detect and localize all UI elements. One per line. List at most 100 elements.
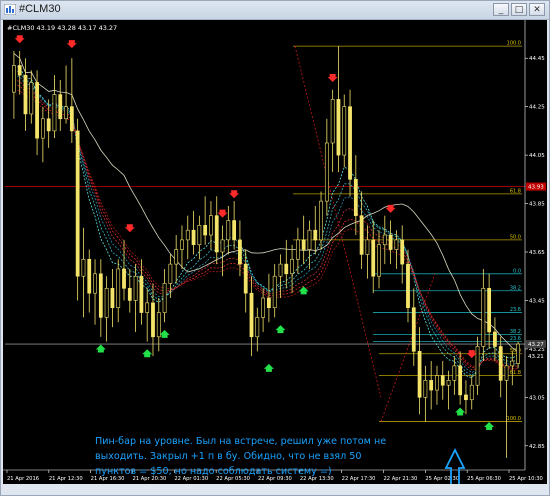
candle-body (220, 239, 225, 253)
fib-level-bottom-label: 0.0 (513, 268, 521, 274)
candle-body (429, 380, 434, 391)
candle-body (423, 380, 428, 398)
bottom-strip (3, 484, 547, 494)
candle-body (35, 82, 39, 139)
fib-level-top-label: 100.0 (507, 41, 521, 47)
time-tick-label: 25 Apr 10:30 (509, 476, 543, 482)
candle-body (319, 200, 323, 241)
candle-body (75, 130, 80, 277)
candle-body (52, 94, 57, 132)
chart-window-icon (4, 4, 16, 15)
candle-body (12, 65, 16, 93)
candle-body (17, 65, 22, 76)
candle-body (214, 215, 219, 253)
price-tick-label: 43.65 (529, 250, 545, 256)
maximize-button[interactable]: □ (511, 3, 527, 16)
candle-body (452, 365, 457, 381)
candle-body (191, 229, 196, 246)
chart-area[interactable]: #CLM30 43.19 43.28 43.17 43.27 100.0 61.8… (3, 20, 547, 484)
candle-body (156, 312, 161, 338)
candle-body (440, 375, 445, 386)
candle-body (29, 82, 34, 115)
time-tick-label: 25 Apr 06:30 (467, 476, 501, 482)
candle-body (232, 220, 237, 241)
candle-body (487, 288, 492, 333)
candle-body (464, 394, 468, 401)
candle-body (197, 225, 202, 246)
fib-level-bottom-label: 23.6 (510, 307, 521, 313)
candle-body (255, 317, 260, 338)
candle-body (81, 258, 86, 277)
chart-window: #CLM30 _ □ ✕ #CLM30 43.19 43.28 43.17 43… (0, 0, 550, 496)
candle-body (139, 275, 144, 313)
fib-level-bottom-label: 61.8 (510, 370, 521, 376)
candle-body (272, 275, 277, 309)
candle-body (278, 263, 283, 277)
candle-body (104, 288, 109, 318)
candle-body (185, 229, 190, 241)
candle-body (324, 142, 329, 202)
time-tick-label: 21 Apr 2016 (7, 476, 39, 482)
current-price-label: 43.21 (528, 354, 544, 360)
time-tick-label: 22 Apr 17:30 (342, 476, 376, 482)
candle-body (336, 99, 341, 156)
candle-body (510, 360, 515, 367)
close-button[interactable]: ✕ (529, 3, 545, 16)
candle-body (127, 288, 132, 301)
candle-body (330, 99, 335, 144)
candle-body (267, 297, 271, 309)
candle-body (40, 118, 45, 139)
candle-body (64, 106, 68, 120)
time-tick-label: 22 Apr 21:30 (384, 476, 418, 482)
candle-body (342, 106, 347, 156)
candle-body (87, 258, 92, 294)
fib-level-bottom-label: 23.6 (510, 336, 521, 342)
candle-body (382, 234, 387, 246)
candle-body (238, 239, 242, 265)
candle-body (151, 302, 155, 338)
candle-body (249, 292, 254, 338)
candle-body (168, 263, 173, 284)
candle-body (411, 307, 416, 352)
minimize-button[interactable]: _ (493, 3, 509, 16)
candle-body (122, 268, 126, 289)
candle-body (69, 106, 74, 132)
candle-body (58, 94, 63, 120)
candle-body (417, 351, 422, 398)
price-tick-label: 43.05 (529, 395, 545, 401)
candle-body (446, 380, 451, 386)
candle-body (365, 239, 370, 255)
candle-body (295, 239, 300, 260)
chart-header: #CLM30 43.19 43.28 43.17 43.27 (7, 24, 117, 32)
time-tick-label: 21 Apr 12:30 (49, 476, 83, 482)
candle-body (93, 273, 97, 294)
candle-body (353, 179, 358, 216)
fib-level-bottom-label: 38.2 (510, 285, 521, 291)
window-title: #CLM30 (19, 3, 61, 15)
fib-level-bottom-label: 38.2 (510, 329, 521, 335)
candle-body (504, 365, 509, 381)
candle-body (180, 239, 184, 250)
candle-body (284, 263, 289, 275)
candle-body (406, 263, 410, 309)
price-tick-label: 43.45 (529, 298, 545, 304)
candle-body (313, 229, 318, 241)
candle-body (203, 225, 208, 236)
candle-body (348, 106, 352, 180)
candle-body (209, 215, 213, 236)
price-chart[interactable]: #CLM30 43.19 43.28 43.17 43.27 100.0 61.8… (3, 20, 547, 484)
candle-body (307, 229, 312, 250)
candle-body (162, 283, 167, 313)
candle-body (481, 288, 486, 347)
candle-body (98, 273, 103, 318)
candle-body (133, 275, 138, 301)
price-tick-label: 44.05 (529, 153, 545, 159)
current-price-label: 43.93 (528, 185, 544, 191)
title-bar: #CLM30 _ □ ✕ (1, 1, 549, 20)
candle-body (475, 346, 480, 386)
candle-body (469, 384, 474, 401)
candle-body (46, 118, 51, 132)
candle-body (394, 239, 399, 250)
fib-level-bottom-label: 100.0 (507, 416, 521, 422)
candle-body (261, 297, 265, 318)
